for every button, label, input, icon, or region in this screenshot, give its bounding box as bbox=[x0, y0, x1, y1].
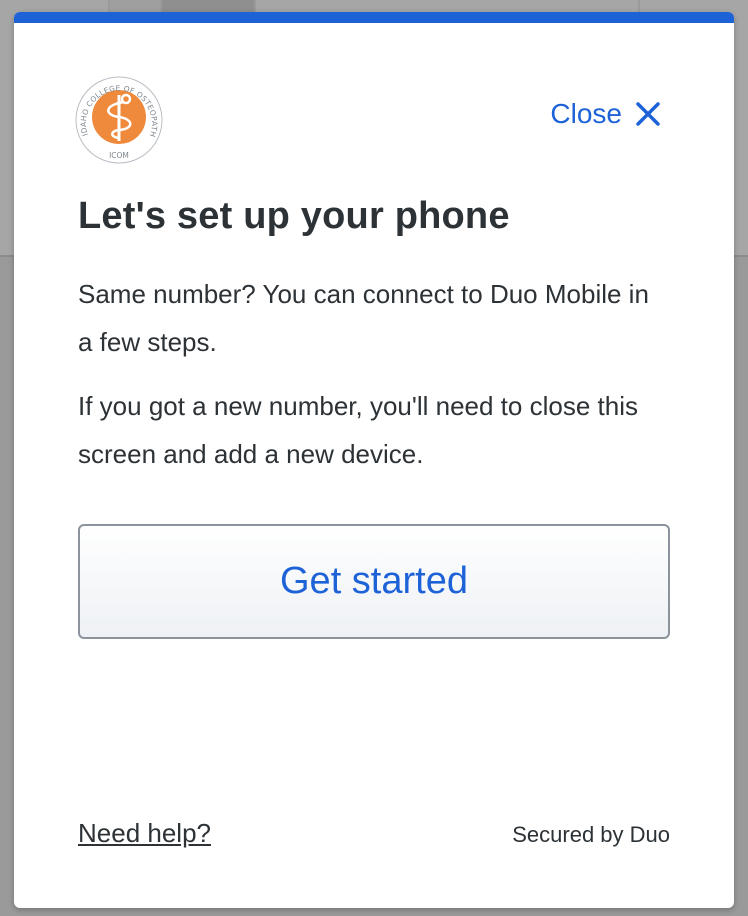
page-title: Let's set up your phone bbox=[78, 195, 510, 237]
close-label: Close bbox=[550, 98, 622, 129]
icom-logo: IDAHO COLLEGE OF OSTEOPATHIC MEDICINE IC… bbox=[71, 68, 164, 165]
instruction-text: Same number? You can connect to Duo Mobi… bbox=[78, 279, 649, 357]
need-help-link[interactable]: Need help? bbox=[78, 818, 211, 849]
duo-setup-dialog: IDAHO COLLEGE OF OSTEOPATHIC MEDICINE IC… bbox=[14, 12, 734, 908]
icom-logo-graphic: IDAHO COLLEGE OF OSTEOPATHIC MEDICINE IC… bbox=[71, 68, 163, 164]
close-button[interactable]: Close bbox=[550, 98, 662, 130]
close-icon bbox=[634, 100, 662, 128]
accent-bar bbox=[14, 12, 734, 23]
get-started-button[interactable]: Get started bbox=[78, 524, 670, 639]
logo-initials: ICOM bbox=[109, 151, 129, 160]
secured-by-label: Secured by Duo bbox=[512, 822, 670, 847]
new-number-text: If you got a new number, you'll need to … bbox=[78, 391, 638, 469]
